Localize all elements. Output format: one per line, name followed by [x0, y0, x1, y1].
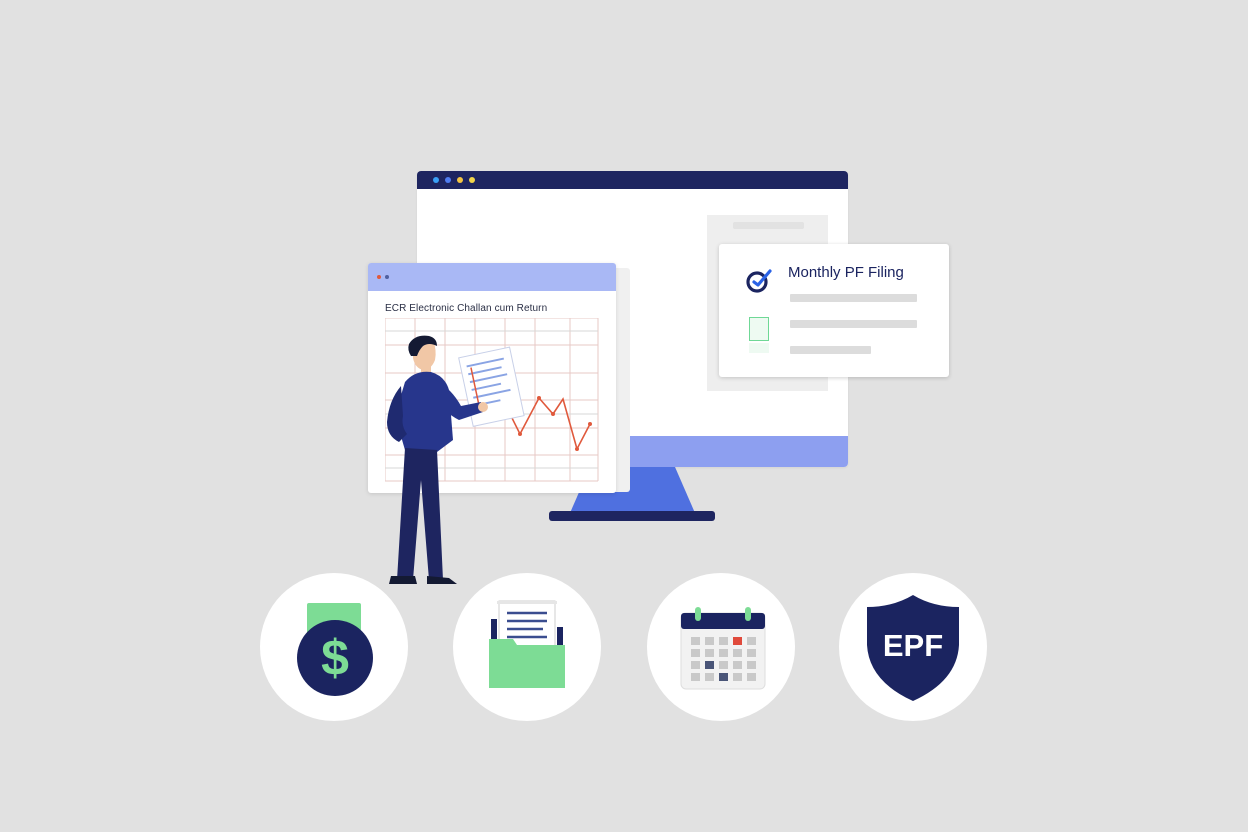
- calendar-circle[interactable]: [647, 573, 795, 721]
- window-dot-red: [377, 275, 381, 279]
- window-dot-blue: [433, 177, 439, 183]
- window-dot-navy: [385, 275, 389, 279]
- epf-circle[interactable]: EPF: [839, 573, 987, 721]
- monitor-base: [549, 511, 715, 521]
- window-dot-indigo: [445, 177, 451, 183]
- documents-circle[interactable]: [453, 573, 601, 721]
- ecr-titlebar: [368, 263, 616, 291]
- monthly-pf-filing-card[interactable]: Monthly PF Filing: [719, 244, 949, 377]
- background-panel-bar: [733, 222, 804, 229]
- folder-document-icon: [489, 600, 565, 688]
- window-dot-yellow: [457, 177, 463, 183]
- checkbox-icon: [749, 317, 769, 341]
- check-target-icon: [746, 269, 772, 293]
- monitor-titlebar: [417, 171, 848, 189]
- card-line: [790, 294, 917, 302]
- epf-label: EPF: [882, 628, 944, 663]
- calendar-icon: [680, 607, 766, 690]
- payment-circle[interactable]: $: [260, 573, 408, 721]
- checkbox-shadow: [749, 343, 769, 353]
- card-line: [790, 320, 917, 328]
- svg-text:$: $: [321, 630, 349, 686]
- window-dot-yellow-2: [469, 177, 475, 183]
- ecr-title: ECR Electronic Challan cum Return: [385, 303, 548, 314]
- dollar-coin-icon: $: [297, 603, 373, 696]
- person-illustration: [387, 335, 525, 584]
- card-line: [790, 346, 871, 354]
- card-title: Monthly PF Filing: [788, 264, 904, 281]
